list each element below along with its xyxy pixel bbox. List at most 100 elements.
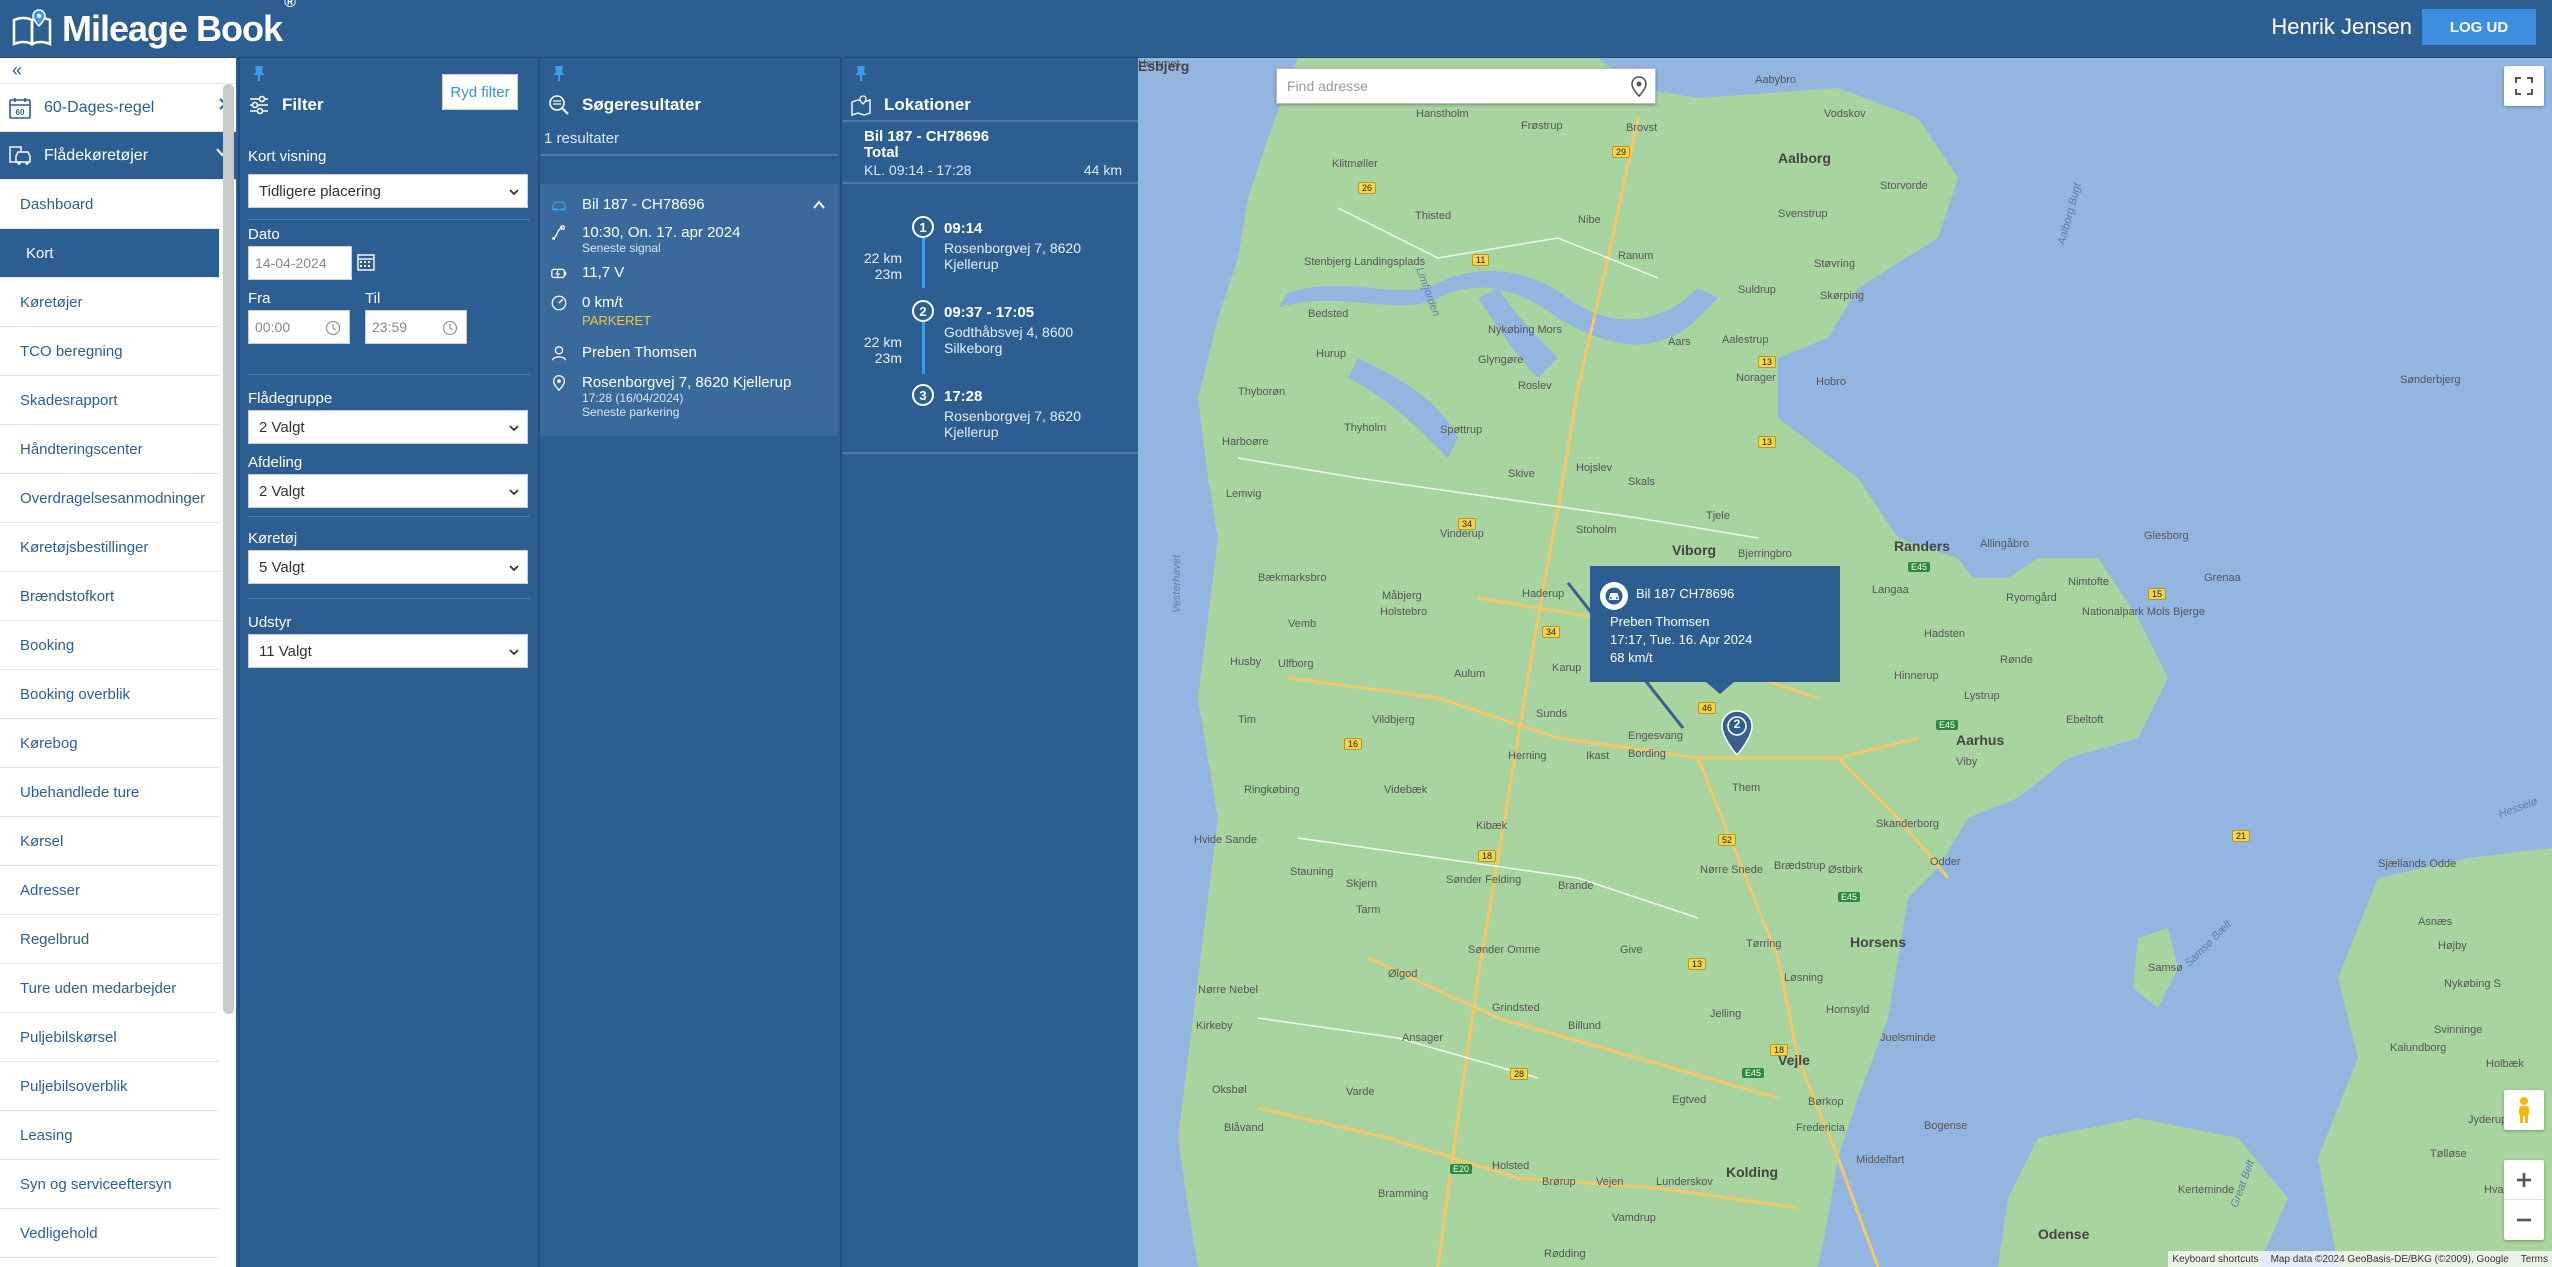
stop-number[interactable]: 1: [912, 216, 934, 238]
zoom-in-button[interactable]: [2504, 1160, 2544, 1200]
location-pin-icon[interactable]: [1629, 76, 1649, 98]
dato-label: Dato: [248, 226, 280, 243]
popup-arrow: [1706, 682, 1734, 694]
map-place: Børkop: [1808, 1096, 1844, 1108]
result-card[interactable]: Bil 187 - CH78696 10:30, On. 17. apr 202…: [540, 184, 838, 436]
map-place: Bramming: [1378, 1188, 1429, 1200]
sidebar-item-kort[interactable]: Kort: [0, 229, 219, 278]
sidebar-item-braendstofkort[interactable]: Brændstofkort: [0, 572, 219, 621]
road-shield: 28: [1510, 1068, 1529, 1080]
clear-filter-button[interactable]: Ryd filter: [442, 74, 518, 110]
map-place: Thisted: [1415, 210, 1452, 222]
stop-address: Godthåbsvej 4, 8600 Silkeborg: [944, 324, 1074, 356]
sidebar-item-ubehandlede-ture[interactable]: Ubehandlede ture: [0, 768, 219, 817]
map-place: Rønde: [2000, 654, 2034, 666]
sidebar-item-regelbrud[interactable]: Regelbrud: [0, 915, 219, 964]
sidebar-item-puljebilsoverblik[interactable]: Puljebilsoverblik: [0, 1062, 219, 1111]
stop-number[interactable]: 3: [912, 384, 934, 406]
fra-time-input[interactable]: 00:00: [248, 310, 350, 344]
udstyr-select[interactable]: 11 Valgt: [248, 634, 528, 668]
speed-value: 0 km/t: [582, 294, 623, 311]
map-place: Sunds: [1536, 708, 1568, 720]
zoom-out-button[interactable]: [2504, 1200, 2544, 1240]
sidebar-item-tco-beregning[interactable]: TCO beregning: [0, 327, 219, 376]
road-shield: 11: [1472, 254, 1490, 266]
locations-vehicle: Bil 187 - CH78696: [864, 128, 990, 145]
calendar-60-icon: 60: [9, 97, 31, 119]
sidebar-item-koretojsbestillinger[interactable]: Køretøjsbestillinger: [0, 523, 219, 572]
map-place: Tørring: [1746, 938, 1782, 950]
sidebar-group-fladekoretojer[interactable]: Flådekøretøjer: [0, 132, 236, 180]
location-pin-icon: [552, 375, 566, 392]
map-place: Kerteminde: [2178, 1184, 2235, 1196]
sidebar-collapse-button[interactable]: «: [0, 58, 236, 84]
koretoj-value: 5 Valgt: [259, 558, 305, 576]
map-place: Frøstrup: [1521, 120, 1563, 132]
sidebar-item-adresser[interactable]: Adresser: [0, 866, 219, 915]
stop-time: 17:28: [944, 388, 983, 405]
sidebar-item-skadesrapport[interactable]: Skadesrapport: [0, 376, 219, 425]
chevron-down-icon: [509, 565, 519, 572]
vehicle-popup[interactable]: Bil 187 CH78696 Preben Thomsen 17:17, Tu…: [1590, 566, 1840, 682]
sidebar-item-handteringscenter[interactable]: Håndteringscenter: [0, 425, 219, 474]
fullscreen-button[interactable]: [2504, 66, 2544, 106]
sidebar-item-vedligehold[interactable]: Vedligehold: [0, 1209, 219, 1258]
map-place: Tølløse: [2430, 1148, 2467, 1160]
sidebar-group-60-dages-regel[interactable]: 60 60-Dages-regel: [0, 84, 236, 132]
terms-link[interactable]: Terms: [2521, 1254, 2548, 1265]
keyboard-shortcuts-link[interactable]: Keyboard shortcuts: [2172, 1254, 2258, 1265]
map-place: Tarm: [1356, 904, 1381, 916]
map-place: Bogense: [1924, 1120, 1968, 1132]
sidebar-item-korsel[interactable]: Kørsel: [0, 817, 219, 866]
map-place: Hojslev: [1576, 462, 1613, 474]
sidebar-item-syn-og-serviceeftersyn[interactable]: Syn og serviceeftersyn: [0, 1160, 219, 1209]
logo[interactable]: Mileage Book®: [10, 0, 296, 52]
map-place: Suldrup: [1738, 284, 1776, 296]
sidebar-item-koretojer[interactable]: Køretøjer: [0, 278, 219, 327]
map-place: Asnæs: [2418, 916, 2453, 928]
koretoj-select[interactable]: 5 Valgt: [248, 550, 528, 584]
sidebar-item-ture-uden-medarbejder[interactable]: Ture uden medarbejder: [0, 964, 219, 1013]
map-place: Ryomgård: [2006, 592, 2057, 604]
map-place: Karup: [1552, 662, 1582, 674]
map-place: Aars: [1668, 336, 1691, 348]
map-place: Nørre Snede: [1700, 864, 1763, 876]
sidebar-scrollbar[interactable]: [223, 84, 234, 1014]
kort-visning-select[interactable]: Tidligere placering: [248, 174, 528, 208]
result-parking-row: Rosenborgvej 7, 8620 Kjellerup 17:28 (16/…: [550, 374, 791, 419]
sidebar-item-puljebilskorsel[interactable]: Puljebilskørsel: [0, 1013, 219, 1062]
map-place: Esbjerg: [1138, 58, 1190, 74]
afdeling-select[interactable]: 2 Valgt: [248, 474, 528, 508]
pin-icon[interactable]: [852, 64, 870, 82]
map-place: Haderup: [1522, 588, 1565, 600]
map-place: Glesborg: [2144, 530, 2189, 542]
street-view-button[interactable]: [2504, 1090, 2544, 1130]
chevron-up-icon[interactable]: [812, 198, 826, 212]
fladegruppe-select[interactable]: 2 Valgt: [248, 410, 528, 444]
dato-value: 14-04-2024: [255, 255, 327, 271]
sidebar-item-overdragelsesanmodninger[interactable]: Overdragelsesanmodninger: [0, 474, 219, 523]
sidebar-group-label: Flådekøretøjer: [44, 146, 149, 164]
til-time-input[interactable]: 23:59: [365, 310, 467, 344]
sidebar-item-booking[interactable]: Booking: [0, 621, 219, 670]
pin-icon[interactable]: [550, 64, 568, 82]
find-address-input[interactable]: Find adresse: [1276, 68, 1656, 104]
pin-icon[interactable]: [250, 64, 268, 82]
afdeling-label: Afdeling: [248, 454, 303, 471]
sidebar-item-korebog[interactable]: Kørebog: [0, 719, 219, 768]
map-place: Jyderup: [2468, 1114, 2508, 1126]
speedometer-icon: [551, 295, 567, 311]
calendar-icon[interactable]: [356, 252, 376, 272]
map[interactable]: Hanstholm Frøstrup Brovst Aabybro Vodsko…: [1138, 58, 2552, 1267]
vehicle-marker[interactable]: 2: [1720, 710, 1754, 757]
map-place: Hvide Sande: [1194, 834, 1257, 846]
logout-button[interactable]: LOG UD: [2422, 9, 2536, 45]
result-driver-row: Preben Thomsen: [550, 344, 697, 362]
dato-input[interactable]: 14-04-2024: [248, 246, 352, 280]
stop-number[interactable]: 2: [912, 300, 934, 322]
filter-header: Filter: [248, 94, 324, 116]
signal-route-icon: [552, 225, 566, 240]
sidebar-item-booking-overblik[interactable]: Booking overblik: [0, 670, 219, 719]
sidebar-item-leasing[interactable]: Leasing: [0, 1111, 219, 1160]
sidebar-item-dashboard[interactable]: Dashboard: [0, 180, 219, 229]
